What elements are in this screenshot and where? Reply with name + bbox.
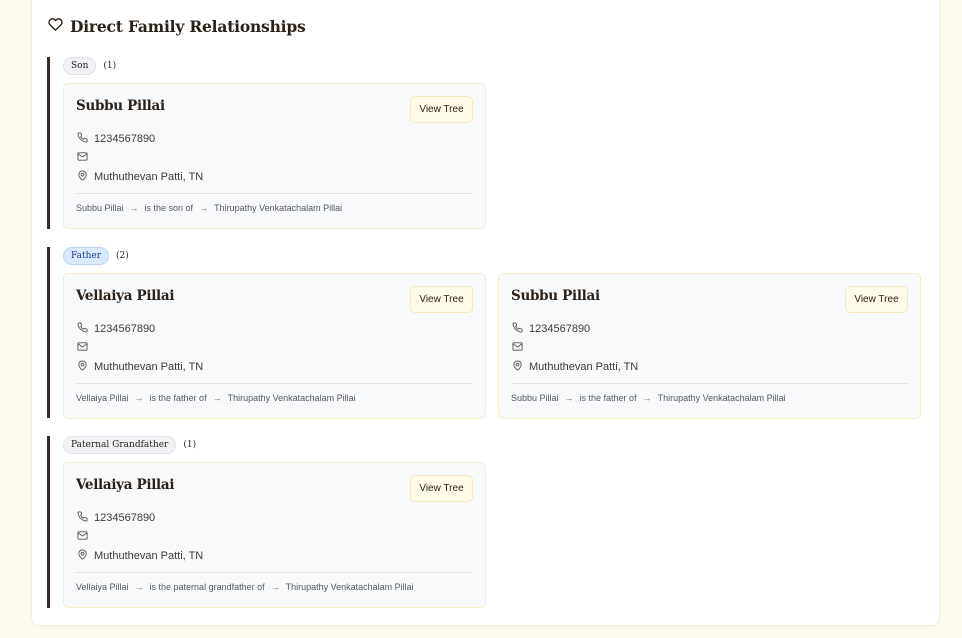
rel-text: is the paternal grandfather of bbox=[149, 582, 265, 592]
arrow-right-icon: → bbox=[270, 582, 280, 592]
rel-from: Vellaiya Pillai bbox=[76, 393, 129, 403]
rel-text: is the son of bbox=[144, 203, 194, 213]
phone-number: 1234567890 bbox=[94, 323, 156, 335]
rel-to: Thirupathy Venkatachalam Pillai bbox=[214, 203, 343, 213]
phone-number: 1234567890 bbox=[94, 512, 156, 524]
card-divider bbox=[76, 572, 473, 573]
section-title: Direct Family Relationships bbox=[48, 17, 306, 36]
phone-icon bbox=[77, 322, 88, 336]
relationship-path: Subbu Pillai → is the father of → Thirup… bbox=[511, 393, 786, 403]
person-name: Subbu Pillai bbox=[511, 288, 600, 304]
rel-to: Thirupathy Venkatachalam Pillai bbox=[285, 582, 414, 592]
person-card: Subbu Pillai View Tree 1234567890 Muthut… bbox=[498, 273, 921, 419]
person-name: Vellaiya Pillai bbox=[76, 477, 175, 493]
card-divider bbox=[76, 383, 473, 384]
rel-from: Subbu Pillai bbox=[511, 393, 559, 403]
phone-icon bbox=[77, 132, 88, 146]
heart-icon bbox=[48, 17, 63, 36]
relation-count: (2) bbox=[116, 251, 129, 261]
arrow-right-icon: → bbox=[199, 203, 209, 213]
phone-number: 1234567890 bbox=[94, 133, 156, 145]
arrow-right-icon: → bbox=[134, 393, 144, 403]
person-card: Subbu Pillai View Tree 1234567890 Muthut… bbox=[63, 83, 486, 229]
location: Muthuthevan Patti, TN bbox=[94, 550, 204, 562]
person-card: Vellaiya Pillai View Tree 1234567890 Mut… bbox=[63, 462, 486, 608]
map-pin-icon bbox=[512, 360, 523, 374]
rel-to: Thirupathy Venkatachalam Pillai bbox=[657, 393, 786, 403]
relationship-path: Vellaiya Pillai → is the paternal grandf… bbox=[76, 582, 414, 592]
relationship-path: Subbu Pillai → is the son of → Thirupath… bbox=[76, 203, 342, 213]
rel-text: is the father of bbox=[579, 393, 637, 403]
relation-badge: Son bbox=[63, 57, 97, 75]
rel-from: Vellaiya Pillai bbox=[76, 582, 129, 592]
person-name: Vellaiya Pillai bbox=[76, 288, 175, 304]
mail-icon bbox=[77, 151, 88, 165]
arrow-right-icon: → bbox=[642, 393, 652, 403]
section-title-text: Direct Family Relationships bbox=[70, 17, 306, 36]
phone-number: 1234567890 bbox=[529, 323, 591, 335]
relation-count: (1) bbox=[183, 440, 197, 450]
relationship-group-paternal-grandfather: Paternal Grandfather (1) Vellaiya Pillai… bbox=[47, 436, 486, 608]
view-tree-button[interactable]: View Tree bbox=[410, 96, 473, 123]
person-card: Vellaiya Pillai View Tree 1234567890 Mut… bbox=[63, 273, 486, 419]
map-pin-icon bbox=[77, 170, 88, 184]
relation-badge: Paternal Grandfather bbox=[63, 436, 177, 454]
location: Muthuthevan Patti, TN bbox=[94, 171, 204, 183]
view-tree-button[interactable]: View Tree bbox=[410, 286, 473, 313]
relation-count: (1) bbox=[103, 61, 117, 71]
card-divider bbox=[76, 193, 473, 194]
phone-icon bbox=[77, 511, 88, 525]
map-pin-icon bbox=[77, 549, 88, 563]
relationship-path: Vellaiya Pillai → is the father of → Thi… bbox=[76, 393, 356, 403]
relationship-group-son: Son (1) Subbu Pillai View Tree 123456789… bbox=[47, 57, 486, 229]
rel-to: Thirupathy Venkatachalam Pillai bbox=[227, 393, 356, 403]
relation-badge: Father bbox=[63, 247, 110, 265]
arrow-right-icon: → bbox=[134, 582, 144, 592]
arrow-right-icon: → bbox=[564, 393, 574, 403]
view-tree-button[interactable]: View Tree bbox=[845, 286, 908, 313]
phone-icon bbox=[512, 322, 523, 336]
relationship-group-father: Father (2) Vellaiya Pillai View Tree 123… bbox=[47, 247, 921, 419]
view-tree-button[interactable]: View Tree bbox=[410, 475, 473, 502]
mail-icon bbox=[77, 530, 88, 544]
mail-icon bbox=[512, 341, 523, 355]
arrow-right-icon: → bbox=[212, 393, 222, 403]
rel-text: is the father of bbox=[149, 393, 207, 403]
mail-icon bbox=[77, 341, 88, 355]
location: Muthuthevan Patti, TN bbox=[529, 361, 639, 373]
arrow-right-icon: → bbox=[129, 203, 139, 213]
person-name: Subbu Pillai bbox=[76, 98, 165, 114]
card-divider bbox=[511, 383, 908, 384]
location: Muthuthevan Patti, TN bbox=[94, 361, 204, 373]
map-pin-icon bbox=[77, 360, 88, 374]
rel-from: Subbu Pillai bbox=[76, 203, 124, 213]
